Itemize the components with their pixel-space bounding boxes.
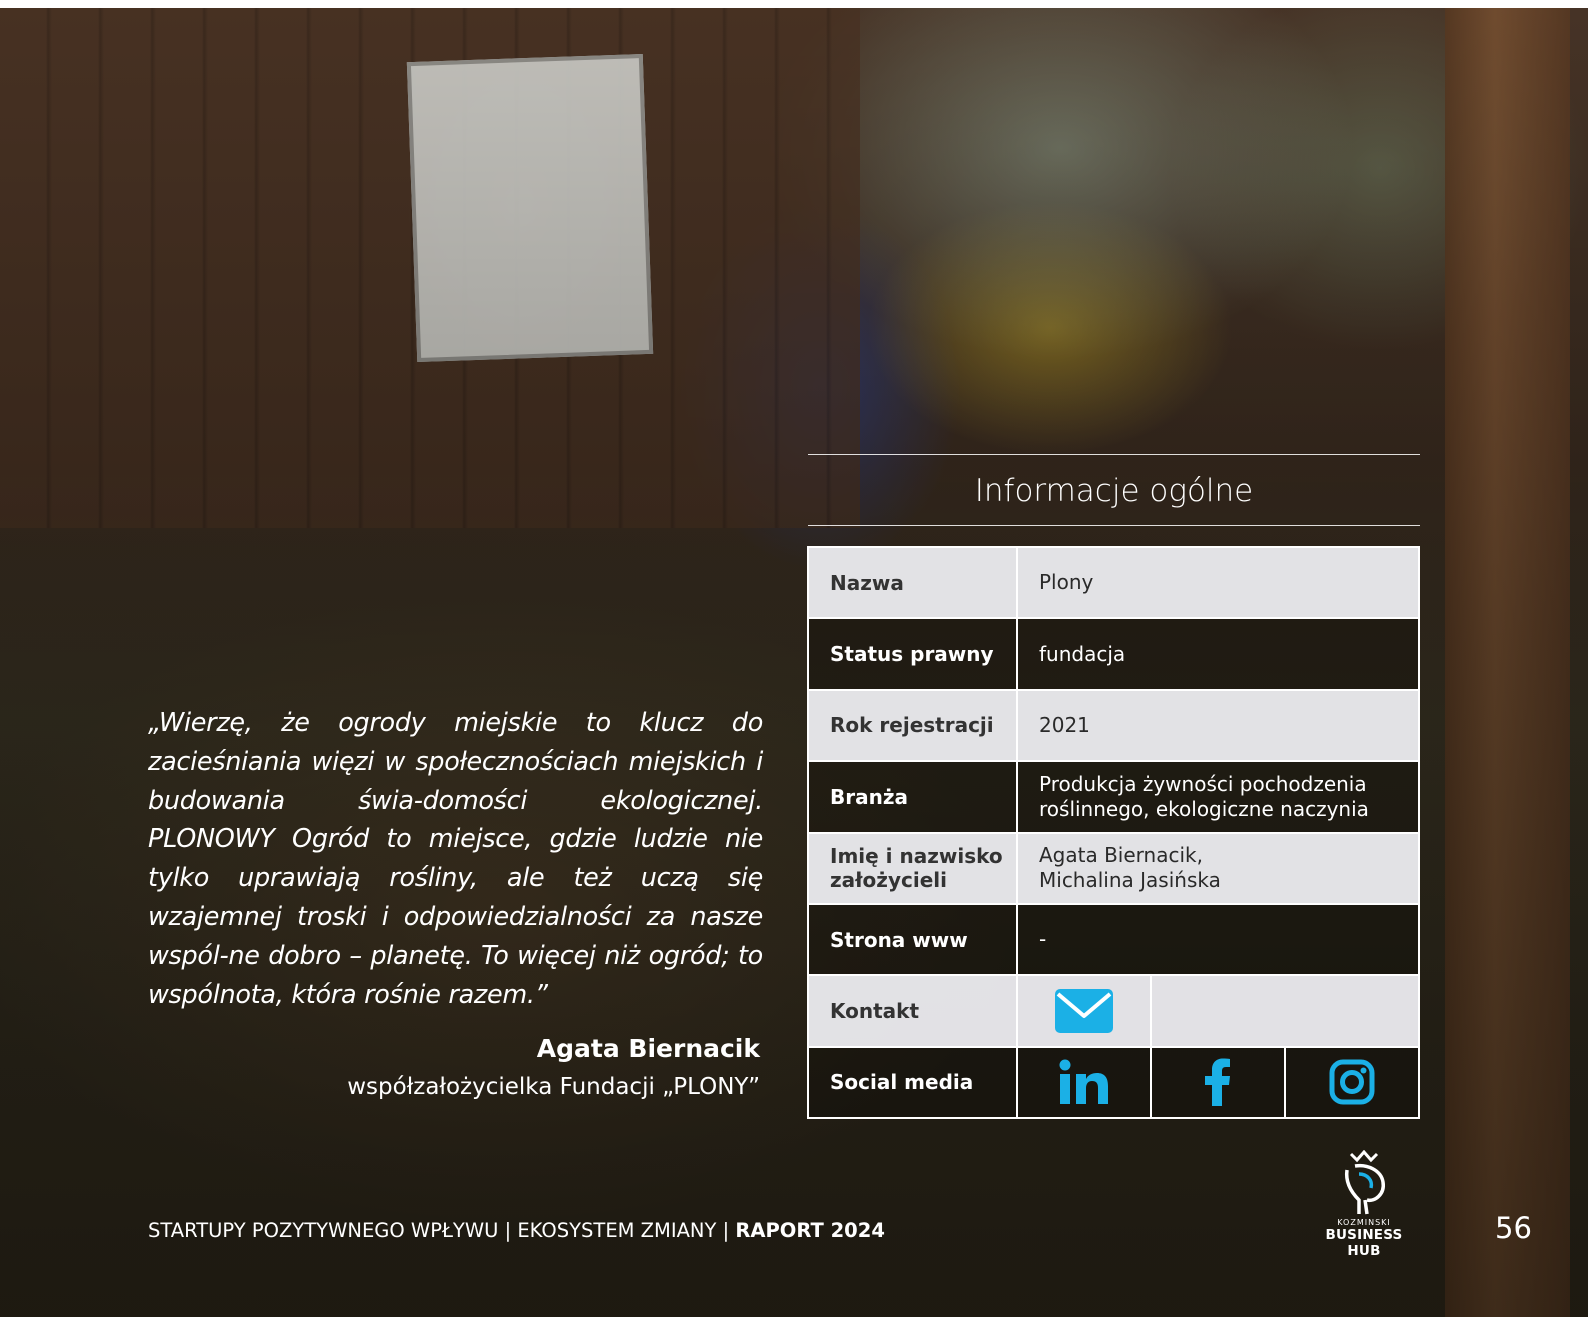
contact-cell[interactable] <box>1016 974 1152 1048</box>
footer-left: STARTUPY POZYTYWNEGO WPŁYWU | EKOSYSTEM … <box>148 1219 736 1242</box>
row-value: Plony <box>1016 545 1420 620</box>
instagram-cell[interactable] <box>1284 1045 1420 1120</box>
table-row: Status prawny fundacja <box>807 617 1420 691</box>
table-row: Kontakt <box>807 974 1420 1048</box>
row-value: Agata Biernacik, Michalina Jasińska <box>1016 831 1420 905</box>
row-label: Branża <box>807 760 1018 834</box>
linkedin-cell[interactable] <box>1016 1045 1152 1120</box>
row-label: Strona www <box>807 902 1018 977</box>
table-row: Imię i nazwisko założycieli Agata Bierna… <box>807 831 1420 905</box>
row-label: Kontakt <box>807 974 1018 1048</box>
linkedin-icon[interactable] <box>1059 1059 1109 1105</box>
table-row: Rok rejestracji 2021 <box>807 688 1420 763</box>
row-label: Rok rejestracji <box>807 688 1018 763</box>
founder-1: Agata Biernacik, <box>1039 843 1203 868</box>
footer-text: STARTUPY POZYTYWNEGO WPŁYWU | EKOSYSTEM … <box>148 1219 885 1242</box>
mail-icon[interactable] <box>1054 988 1114 1034</box>
info-title: Informacje ogólne <box>808 454 1420 526</box>
facebook-cell[interactable] <box>1150 1045 1286 1120</box>
instagram-icon[interactable] <box>1329 1059 1375 1105</box>
row-label: Status prawny <box>807 617 1018 691</box>
row-label: Imię i nazwisko założycieli <box>807 831 1018 905</box>
table-row: Social media <box>807 1045 1420 1120</box>
kozminski-logo: KOZMINSKI BUSINESS HUB <box>1308 1149 1420 1259</box>
quote-text: „Wierzę, że ogrody miejskie to klucz do … <box>148 708 763 1010</box>
row-label: Nazwa <box>807 545 1018 620</box>
quote-author: Agata Biernacik <box>536 1034 760 1063</box>
row-value: 2021 <box>1016 688 1420 763</box>
lion-logo-icon <box>1344 1149 1385 1215</box>
logo-big-text: BUSINESS HUB <box>1325 1227 1403 1259</box>
footer-report: RAPORT 2024 <box>735 1219 885 1242</box>
page-number: 56 <box>1495 1211 1532 1245</box>
row-value: fundacja <box>1016 617 1420 691</box>
table-row: Branża Produkcja żywności pochodzenia ro… <box>807 760 1420 834</box>
quote-author-role: współzałożycielka Fundacji „PLONY” <box>347 1074 760 1100</box>
info-table: Nazwa Plony Status prawny fundacja Rok r… <box>807 545 1420 1120</box>
table-row: Nazwa Plony <box>807 545 1420 620</box>
row-label: Social media <box>807 1045 1018 1120</box>
row-value: Produkcja żywności pochodzenia roślinneg… <box>1016 760 1420 834</box>
table-row: Strona www - <box>807 902 1420 977</box>
contact-empty <box>1150 974 1420 1048</box>
facebook-icon[interactable] <box>1205 1058 1231 1107</box>
logo-small-text: KOZMINSKI <box>1337 1218 1391 1227</box>
founder-2: Michalina Jasińska <box>1039 868 1221 893</box>
website-value: - <box>1016 902 1420 977</box>
